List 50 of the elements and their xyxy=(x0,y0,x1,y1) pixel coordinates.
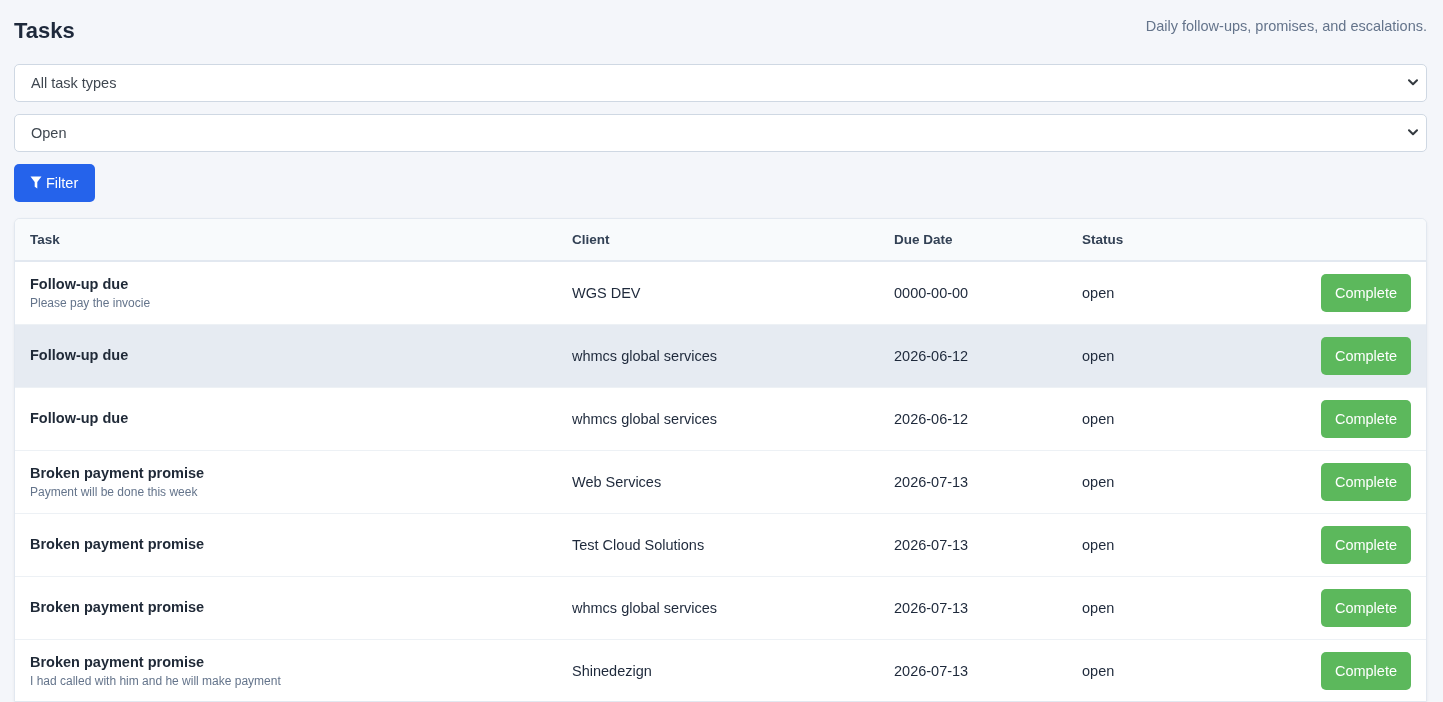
column-header: Due Date xyxy=(879,218,1067,261)
task-note: I had called with him and he will make payment xyxy=(30,672,282,689)
task-note: Payment will be done this week xyxy=(30,483,199,500)
status-cell: open xyxy=(1067,576,1267,640)
task-title: Follow-up due xyxy=(30,346,130,366)
task-title: Follow-up due xyxy=(30,409,130,429)
task-title: Broken payment promise xyxy=(30,652,206,672)
filter-select[interactable]: Open xyxy=(14,113,1427,152)
filter-icon xyxy=(30,176,42,190)
client-cell: Test Cloud Solutions xyxy=(557,513,879,577)
complete-button[interactable]: Complete xyxy=(1320,462,1411,501)
client-cell: whmcs global services xyxy=(557,576,879,640)
client-cell: Shinedezign xyxy=(557,639,879,701)
task-title: Follow-up due xyxy=(30,274,130,294)
client-cell: whmcs global services xyxy=(557,387,879,451)
complete-button[interactable]: Complete xyxy=(1320,273,1411,312)
task-title: Broken payment promise xyxy=(30,598,206,618)
task-title: Broken payment promise xyxy=(30,463,206,483)
due-date-cell: 2026-06-12 xyxy=(879,387,1067,451)
column-header: Client xyxy=(557,218,879,261)
status-cell: open xyxy=(1067,639,1267,701)
due-date-cell: 2026-06-12 xyxy=(879,324,1067,388)
chevron-down-icon xyxy=(1408,129,1418,137)
due-date-cell: 2026-07-13 xyxy=(879,450,1067,514)
filter-select[interactable]: All task types xyxy=(14,63,1427,102)
task-title: Broken payment promise xyxy=(30,535,206,555)
complete-button[interactable]: Complete xyxy=(1320,525,1411,564)
client-cell: whmcs global services xyxy=(557,324,879,388)
due-date-cell: 2026-07-13 xyxy=(879,513,1067,577)
complete-button[interactable]: Complete xyxy=(1320,399,1411,438)
status-cell: open xyxy=(1067,450,1267,514)
complete-button[interactable]: Complete xyxy=(1320,336,1411,375)
filter-button[interactable]: Filter xyxy=(14,163,96,202)
complete-button[interactable]: Complete xyxy=(1320,651,1411,690)
due-date-cell: 2026-07-13 xyxy=(879,576,1067,640)
chevron-down-icon xyxy=(1408,79,1418,87)
status-cell: open xyxy=(1067,387,1267,451)
due-date-cell: 2026-07-13 xyxy=(879,639,1067,701)
due-date-cell: 0000-00-00 xyxy=(879,260,1067,325)
page-subtitle: Daily follow-ups, promises, and escalations. xyxy=(1145,17,1427,34)
complete-button[interactable]: Complete xyxy=(1320,588,1411,627)
column-header: Status xyxy=(1067,218,1267,261)
client-cell: Web Services xyxy=(557,450,879,514)
status-cell: open xyxy=(1067,260,1267,325)
client-cell: WGS DEV xyxy=(557,260,879,325)
status-cell: open xyxy=(1067,513,1267,577)
status-cell: open xyxy=(1067,324,1267,388)
page-title: Tasks xyxy=(14,17,75,45)
column-header: Task xyxy=(15,218,557,261)
task-note: Please pay the invocie xyxy=(30,294,152,311)
